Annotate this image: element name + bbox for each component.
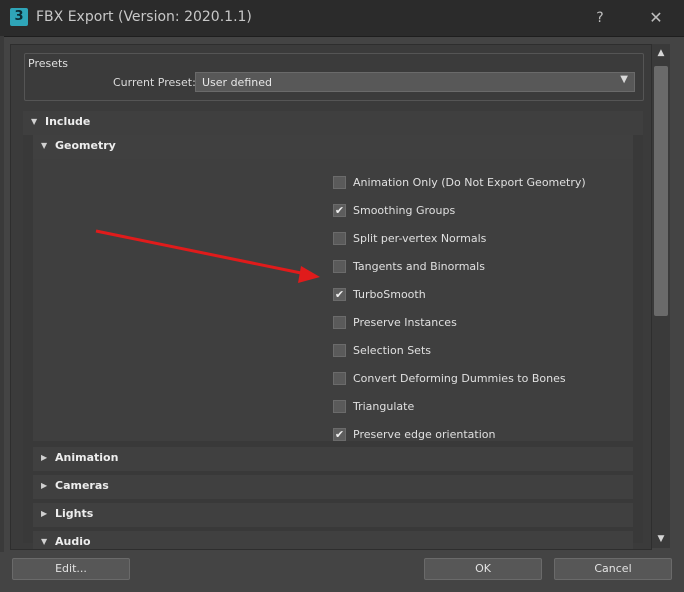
presets-group: Presets Current Preset: User defined ▼ (24, 53, 644, 101)
collapse-arrow-icon: ▼ (41, 141, 48, 150)
checkbox[interactable]: ✔ (333, 428, 346, 441)
section-geometry-label: Geometry (55, 139, 116, 152)
section-audio-label: Audio (55, 535, 91, 548)
section-geometry-header[interactable]: ▼ Geometry (33, 135, 633, 159)
checkbox[interactable] (333, 344, 346, 357)
scroll-up-icon[interactable]: ▲ (652, 46, 670, 60)
section-animation-label: Animation (55, 451, 119, 464)
section-cameras-label: Cameras (55, 479, 109, 492)
settings-panel: Presets Current Preset: User defined ▼ ▼… (10, 44, 652, 550)
expand-arrow-icon: ▶ (41, 453, 48, 462)
option-label: Triangulate (353, 400, 415, 413)
current-preset-value: User defined (202, 76, 272, 89)
current-preset-dropdown[interactable]: User defined ▼ (195, 72, 635, 92)
section-cameras-header[interactable]: ▶ Cameras (33, 475, 633, 499)
option-label: Preserve edge orientation (353, 428, 496, 441)
checkbox[interactable] (333, 400, 346, 413)
option-label: Preserve Instances (353, 316, 457, 329)
section-audio-header[interactable]: ▼ Audio (33, 531, 633, 549)
help-button[interactable]: ? (578, 0, 622, 36)
vertical-scrollbar[interactable]: ▲ ▼ (652, 44, 670, 548)
cancel-button[interactable]: Cancel (554, 558, 672, 580)
section-include-label: Include (45, 115, 91, 128)
current-preset-label: Current Preset: (113, 76, 196, 89)
window-title: FBX Export (Version: 2020.1.1) (36, 9, 252, 25)
option-label: Smoothing Groups (353, 204, 456, 217)
collapse-arrow-icon: ▼ (41, 537, 48, 546)
edit-button[interactable]: Edit... (12, 558, 130, 580)
checkbox[interactable]: ✔ (333, 288, 346, 301)
expand-arrow-icon: ▶ (41, 481, 48, 490)
scroll-down-icon[interactable]: ▼ (652, 532, 670, 546)
expand-arrow-icon: ▶ (41, 509, 48, 518)
ok-button[interactable]: OK (424, 558, 542, 580)
option-label: Tangents and Binormals (353, 260, 485, 273)
presets-group-title: Presets (28, 57, 69, 70)
3dsmax-app-icon: 3 (10, 8, 28, 26)
checkbox[interactable] (333, 260, 346, 273)
section-geometry-body: Animation Only (Do Not Export Geometry) … (33, 159, 633, 441)
option-label: Animation Only (Do Not Export Geometry) (353, 176, 586, 189)
option-label: TurboSmooth (353, 288, 426, 301)
checkbox[interactable]: ✔ (333, 204, 346, 217)
option-label: Selection Sets (353, 344, 431, 357)
section-animation-header[interactable]: ▶ Animation (33, 447, 633, 471)
section-include-header[interactable]: ▼ Include (23, 111, 643, 135)
close-button[interactable]: ✕ (634, 0, 678, 36)
option-label: Split per-vertex Normals (353, 232, 487, 245)
title-bar: 3 FBX Export (Version: 2020.1.1) ? ✕ (0, 0, 684, 37)
dropdown-arrow-icon: ▼ (620, 74, 628, 85)
scrollbar-thumb[interactable] (654, 66, 668, 316)
section-lights-header[interactable]: ▶ Lights (33, 503, 633, 527)
option-label: Convert Deforming Dummies to Bones (353, 372, 566, 385)
checkbox[interactable] (333, 232, 346, 245)
checkbox[interactable] (333, 372, 346, 385)
window-left-edge (0, 36, 4, 556)
section-lights-label: Lights (55, 507, 94, 520)
collapse-arrow-icon: ▼ (31, 117, 38, 126)
checkbox[interactable] (333, 176, 346, 189)
checkbox[interactable] (333, 316, 346, 329)
